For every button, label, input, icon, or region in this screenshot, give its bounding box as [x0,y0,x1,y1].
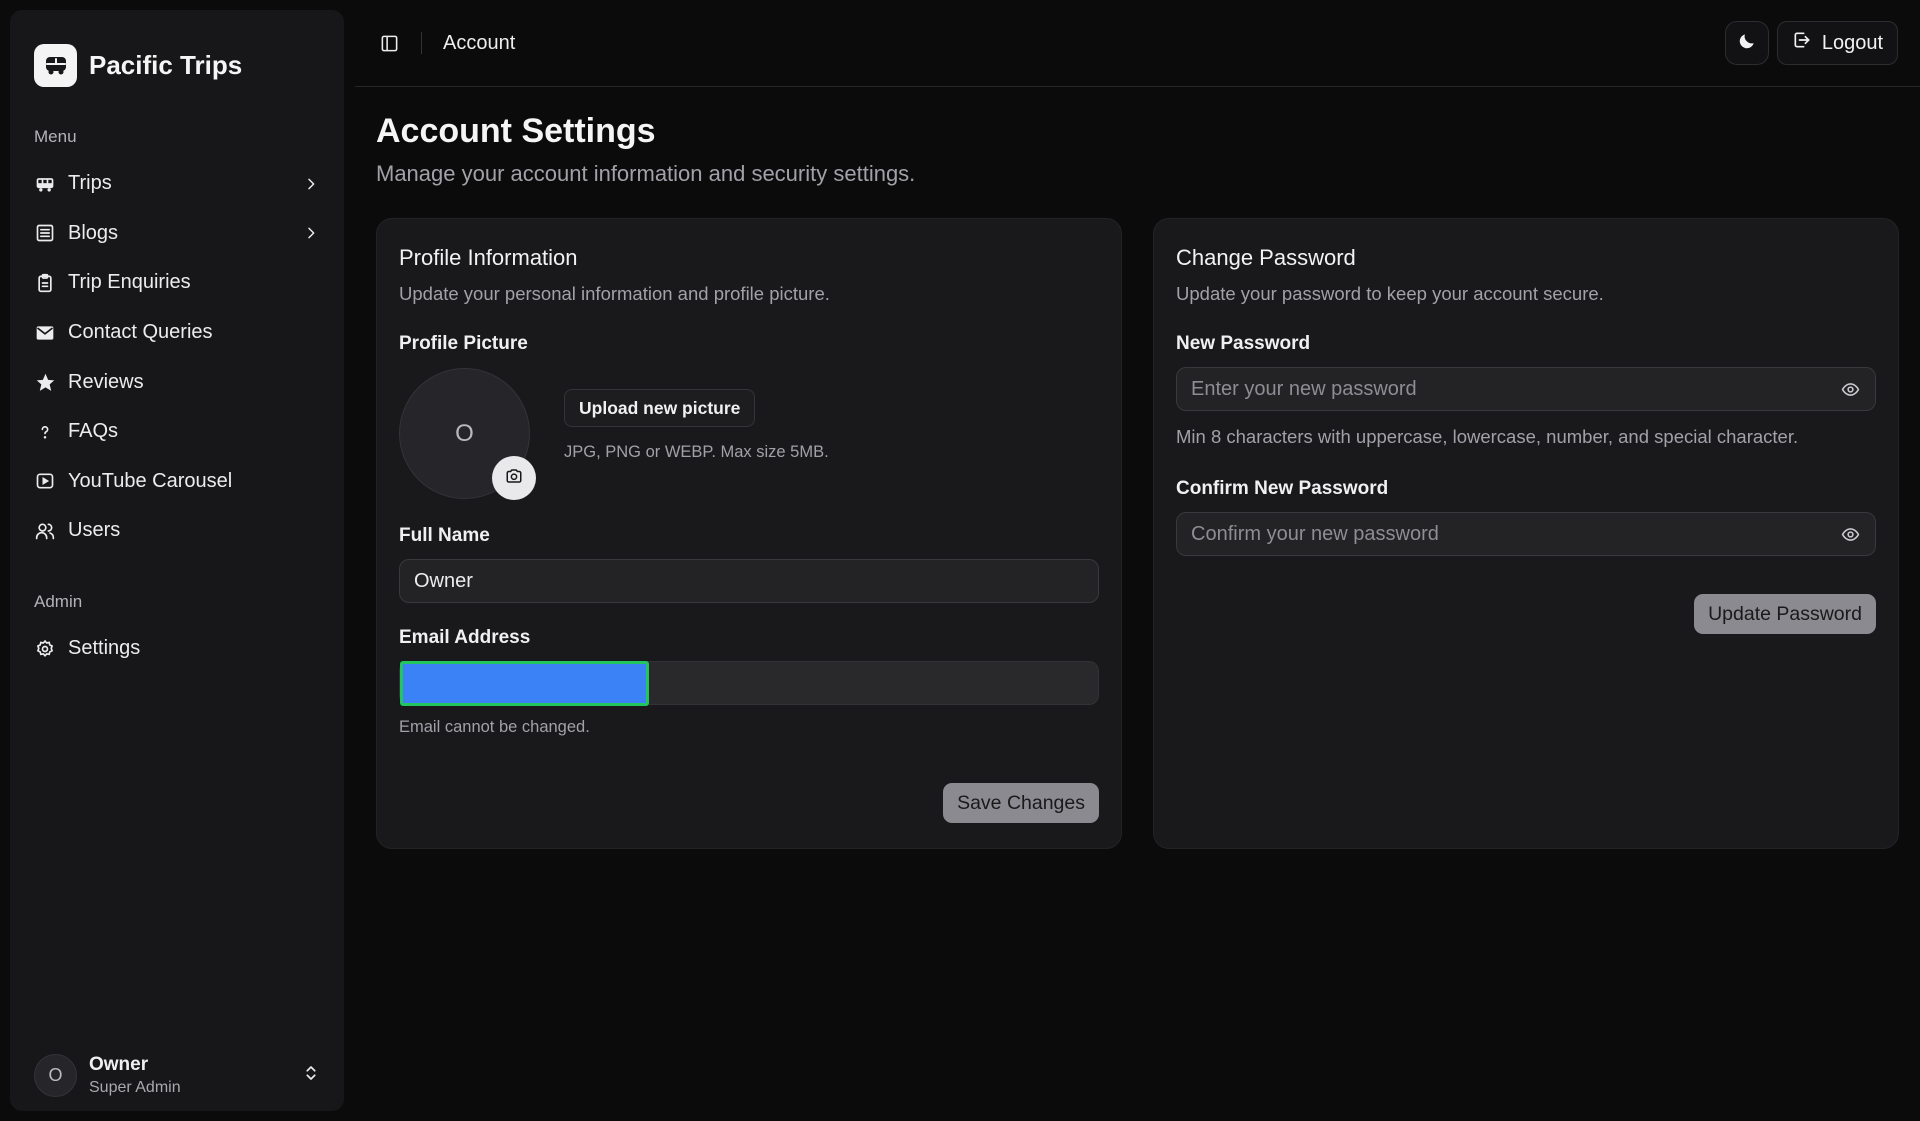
profile-picture-label: Profile Picture [399,333,528,354]
password-card-title: Change Password [1176,245,1356,270]
upload-picture-button[interactable]: Upload new picture [564,389,756,427]
password-requirements: Min 8 characters with uppercase, lowerca… [1176,426,1799,447]
breadcrumb: Account [443,31,516,54]
password-card: Change Password Update your password to … [1153,218,1899,849]
sidebar-item-reviews[interactable]: Reviews [10,357,344,407]
email-label: Email Address [399,627,531,648]
email-input [399,660,1099,706]
sidebar-item-users[interactable]: Users [10,506,344,556]
star-icon [34,371,56,393]
question-icon [34,421,56,443]
sidebar-item-label: Trip Enquiries [68,271,191,294]
sidebar-item-youtube-carousel[interactable]: YouTube Carousel [10,457,344,507]
change-photo-button[interactable] [492,456,536,500]
moon-icon [1737,31,1757,56]
user-role: Super Admin [89,1079,181,1096]
confirm-password-placeholder: Confirm your new password [1191,522,1439,545]
topbar-divider [421,32,422,54]
camera-icon [505,464,523,492]
sidebar-item-trips[interactable]: Trips [10,159,344,209]
update-password-button[interactable]: Update Password [1694,594,1876,634]
chevron-right-icon [302,175,320,193]
confirm-password-label: Confirm New Password [1176,478,1389,499]
sidebar-item-settings[interactable]: Settings [10,624,344,674]
sidebar-item-trip-enquiries[interactable]: Trip Enquiries [10,258,344,308]
profile-card: Profile Information Update your personal… [376,218,1122,849]
mail-icon [34,322,56,344]
sidebar-toggle-icon[interactable] [378,32,400,54]
sidebar-item-label: Users [68,519,121,542]
sidebar-item-blogs[interactable]: Blogs [10,209,344,259]
full-name-label: Full Name [399,525,490,546]
sidebar-item-faqs[interactable]: FAQs [10,407,344,457]
profile-picture-row: O Upload new picture JPG, PNG or WEBP. M… [399,368,1099,500]
new-password-label: New Password [1176,333,1311,354]
users-icon [34,520,56,542]
brand-name: Pacific Trips [89,49,243,80]
logout-icon [1792,30,1812,56]
upload-column: Upload new picture JPG, PNG or WEBP. Max… [564,389,829,462]
sidebar-item-label: YouTube Carousel [68,469,233,492]
new-password-input[interactable]: Enter your new password [1176,367,1876,411]
sidebar-item-label: Settings [68,637,141,660]
brand[interactable]: Pacific Trips [10,10,344,97]
confirm-password-input[interactable]: Confirm your new password [1176,512,1876,556]
profile-card-title: Profile Information [399,245,578,270]
admin-group-label: Admin [34,591,83,611]
user-info: Owner Super Admin [89,1054,302,1097]
full-name-value: Owner [414,569,473,592]
play-square-icon [34,470,56,492]
profile-avatar: O [399,368,536,500]
theme-toggle-button[interactable] [1724,21,1769,65]
sidebar-item-contact-queries[interactable]: Contact Queries [10,308,344,358]
chevrons-up-down-icon [302,1064,320,1087]
new-password-placeholder: Enter your new password [1191,377,1417,400]
list-icon [34,222,56,244]
app-root: Pacific Trips Menu Trips Blogs Trip Enqu… [0,0,1920,1121]
bus-icon [34,173,56,195]
logout-label: Logout [1821,31,1883,54]
page-title: Account Settings [376,112,656,150]
topbar-actions: Logout [1724,21,1898,65]
menu-group-label: Menu [34,127,77,146]
page-header: Account Settings Manage your account inf… [355,87,1920,187]
sidebar: Pacific Trips Menu Trips Blogs Trip Enqu… [10,10,344,1111]
settings-cards: Profile Information Update your personal… [376,218,1899,849]
sidebar-item-label: Trips [68,172,112,195]
eye-icon[interactable] [1839,378,1861,400]
clipboard-icon [34,272,56,294]
sidebar-item-label: Contact Queries [68,321,213,344]
bus-icon [34,43,77,87]
save-changes-button[interactable]: Save Changes [943,783,1099,823]
password-card-subtitle: Update your password to keep your accoun… [1176,283,1604,304]
profile-card-subtitle: Update your personal information and pro… [399,283,830,304]
sidebar-item-label: Reviews [68,370,144,393]
sidebar-item-label: FAQs [68,420,119,443]
redacted-email-block [400,660,649,706]
main-content: Account Logout Account Settings Manage y… [355,0,1920,1121]
user-name: Owner [89,1054,149,1075]
logout-button[interactable]: Logout [1776,21,1898,65]
profile-avatar-initial: O [455,419,474,447]
sidebar-item-label: Blogs [68,221,119,244]
eye-icon[interactable] [1839,523,1861,545]
user-menu[interactable]: O Owner Super Admin [10,1054,344,1097]
page-subtitle: Manage your account information and secu… [376,161,916,186]
topbar: Account Logout [355,0,1920,87]
full-name-input[interactable]: Owner [399,559,1099,603]
avatar: O [34,1054,77,1097]
chevron-right-icon [302,224,320,242]
upload-hint: JPG, PNG or WEBP. Max size 5MB. [564,443,829,461]
email-helper: Email cannot be changed. [399,718,590,736]
gear-icon [34,638,56,660]
